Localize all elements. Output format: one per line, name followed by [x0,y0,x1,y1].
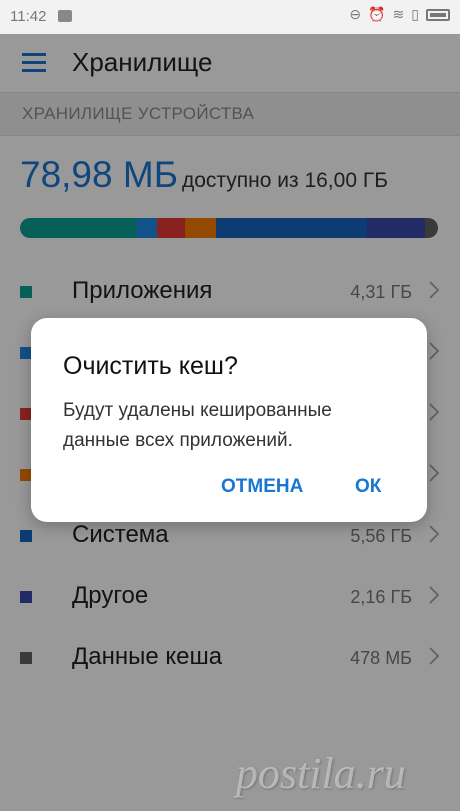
dialog-message: Будут удалены кешированные данные всех п… [63,400,332,451]
gallery-notification-icon [58,10,72,22]
watermark: postila.ru [236,749,406,798]
status-icons: ⊖ ⏰ ≋ ▯ [349,6,450,23]
battery-icon [426,8,450,21]
wifi-icon: ≋ [392,6,405,22]
clear-cache-dialog: Очистить кеш? Будут удалены кешированные… [31,318,427,522]
status-time: 11:42 [10,8,47,25]
signal-icon: ▯ [411,6,419,22]
status-bar: 11:42 ⊖ ⏰ ≋ ▯ [0,0,460,34]
cancel-button[interactable]: ОТМЕНА [221,476,303,498]
dialog-title: Очистить кеш? [63,352,238,380]
do-not-disturb-icon: ⊖ [349,6,362,22]
alarm-icon: ⏰ [368,6,386,22]
ok-button[interactable]: ОК [355,476,381,498]
